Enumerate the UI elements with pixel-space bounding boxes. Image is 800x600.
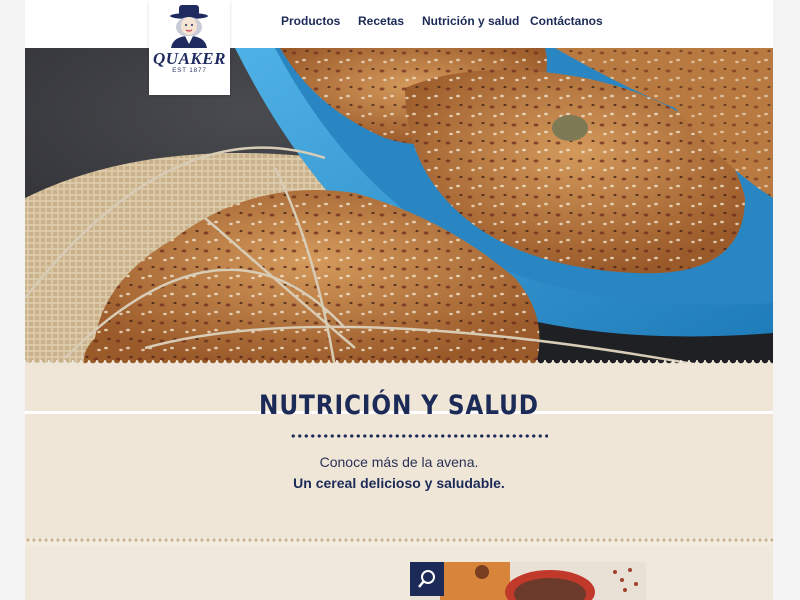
- quaker-logo[interactable]: QUAKER EST 1877: [149, 0, 230, 95]
- site-header: Productos Recetas Nutrición y salud Cont…: [25, 0, 773, 48]
- gallery-thumbnail[interactable]: [410, 562, 646, 600]
- page: Productos Recetas Nutrición y salud Cont…: [25, 0, 773, 600]
- recipe-bowl-image: [410, 562, 646, 600]
- dotted-divider: [25, 537, 773, 543]
- section-title: NUTRICIÓN Y SALUD: [259, 390, 539, 421]
- nav-item-nutricion[interactable]: Nutrición y salud: [422, 14, 519, 28]
- logo-wordmark: QUAKER: [153, 49, 226, 68]
- logo-tagline: EST 1877: [172, 68, 207, 74]
- section-intro-bold: Un cereal delicioso y saludable.: [293, 475, 505, 491]
- nav-item-contactanos[interactable]: Contáctanos: [530, 14, 603, 28]
- nav-item-productos[interactable]: Productos: [281, 14, 340, 28]
- search-icon: [418, 570, 435, 588]
- title-dotted-underline: [290, 433, 548, 439]
- zoom-button[interactable]: [410, 562, 444, 596]
- nav-item-recetas[interactable]: Recetas: [358, 14, 404, 28]
- section-intro: Conoce más de la avena.: [319, 454, 479, 470]
- gallery-area: [25, 545, 773, 600]
- quaker-man-icon: [170, 5, 208, 48]
- hero-image: [25, 48, 773, 368]
- oat-crisps-photo: [25, 48, 773, 368]
